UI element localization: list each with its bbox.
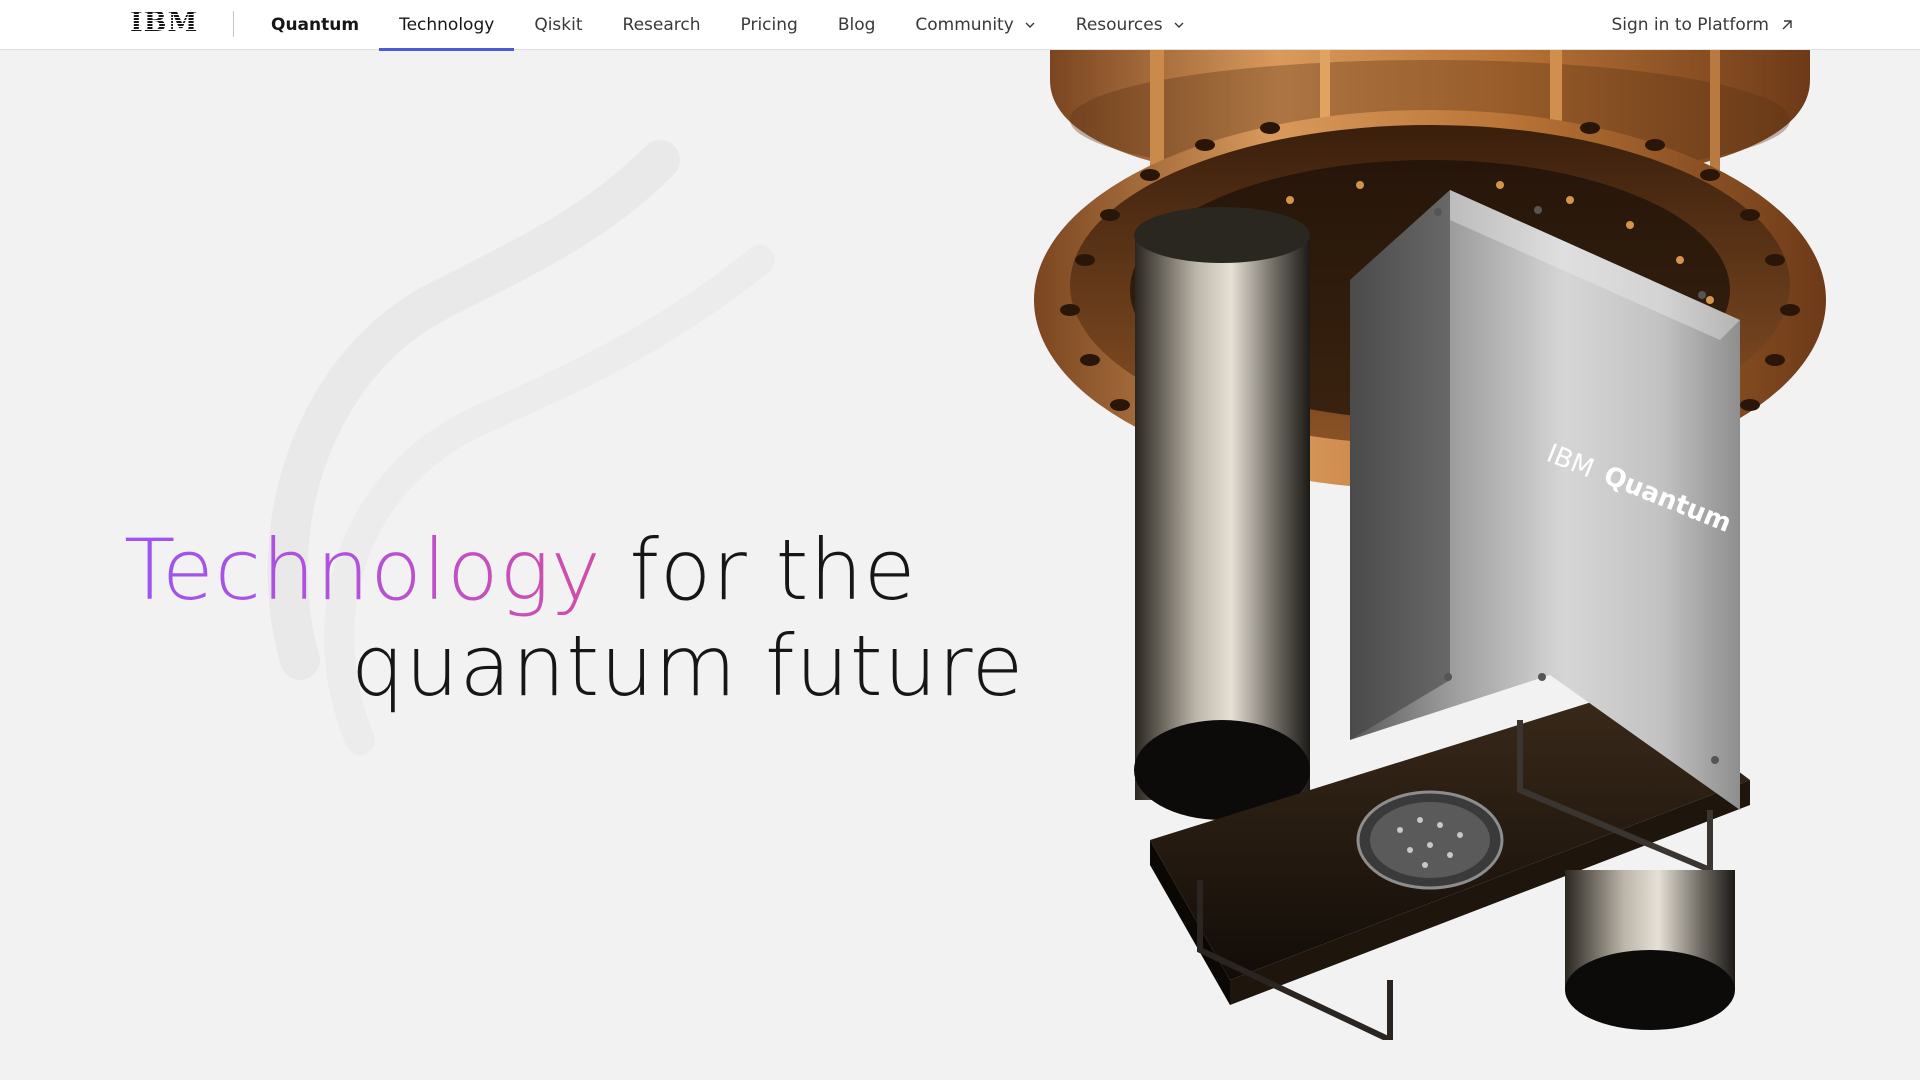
chevron-down-icon xyxy=(1174,22,1184,28)
quantum-computer-image: IBM Quantum xyxy=(1034,50,1826,1040)
nav-item-label: Technology xyxy=(399,15,495,35)
hero-title-accent: Technology xyxy=(124,521,602,619)
sign-in-label: Sign in to Platform xyxy=(1611,15,1769,35)
nav-item-label: Blog xyxy=(837,15,876,35)
nav-item-label: Resources xyxy=(1075,15,1163,35)
nav-item-blog[interactable]: Blog xyxy=(818,0,896,50)
nav-item-label: Pricing xyxy=(740,15,798,35)
hero-title-rest: for the xyxy=(601,521,917,619)
arrow-up-right-icon xyxy=(1782,20,1792,30)
nav-item-label: Community xyxy=(915,15,1014,35)
nav-item-qiskit[interactable]: Qiskit xyxy=(514,0,602,50)
top-nav: IBM Quantum Technology Qiskit Research P… xyxy=(0,0,1920,51)
ibm-logo-text: IBM xyxy=(130,7,199,38)
hero-title: Technology for the quantum future xyxy=(124,522,1024,714)
nav-brand-label: Quantum xyxy=(271,15,360,35)
nav-item-label: Research xyxy=(622,15,701,35)
sign-in-link[interactable]: Sign in to Platform xyxy=(1611,0,1795,50)
nav-item-resources[interactable]: Resources xyxy=(1056,0,1205,50)
nav-item-community[interactable]: Community xyxy=(895,0,1055,50)
nav-item-research[interactable]: Research xyxy=(603,0,721,50)
chevron-down-icon xyxy=(1025,22,1035,28)
nav-item-pricing[interactable]: Pricing xyxy=(721,0,818,50)
nav-item-label: Qiskit xyxy=(534,15,583,35)
nav-brand-quantum[interactable]: Quantum xyxy=(251,0,379,50)
nav-item-technology[interactable]: Technology xyxy=(379,0,515,51)
nav-divider xyxy=(233,11,234,37)
nav-menu: Quantum Technology Qiskit Research Prici… xyxy=(251,0,1205,51)
ibm-logo[interactable]: IBM xyxy=(130,7,199,38)
hero-title-line-2: quantum future xyxy=(351,617,1025,715)
